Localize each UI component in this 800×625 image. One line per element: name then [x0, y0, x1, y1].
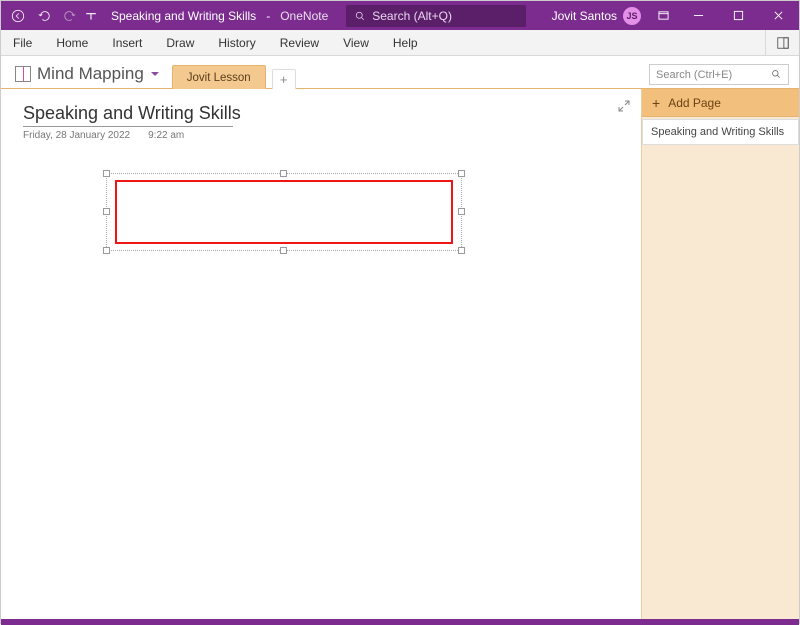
section-tab[interactable]: Jovit Lesson [172, 65, 266, 89]
window-title: Speaking and Writing Skills - OneNote [111, 9, 328, 23]
tab-help[interactable]: Help [381, 30, 430, 55]
notebook-selector[interactable]: Mind Mapping [15, 64, 160, 88]
title-underline [23, 126, 233, 127]
workspace: Speaking and Writing Skills Friday, 28 J… [1, 88, 799, 619]
notebook-bar: Mind Mapping Jovit Lesson + Search (Ctrl… [1, 56, 799, 88]
add-page-button[interactable]: + Add Page [642, 89, 799, 117]
back-button[interactable] [7, 5, 29, 27]
collapse-ribbon-button[interactable] [765, 30, 799, 55]
notebook-icon [15, 66, 31, 82]
page-search-input[interactable]: Search (Ctrl+E) [649, 64, 789, 85]
tab-history[interactable]: History [206, 30, 267, 55]
add-page-label: Add Page [668, 96, 721, 110]
resize-handle[interactable] [458, 170, 465, 177]
resize-handle[interactable] [280, 170, 287, 177]
resize-handle[interactable] [458, 208, 465, 215]
search-dropdown-icon [771, 69, 782, 80]
tab-file[interactable]: File [1, 30, 44, 55]
tab-view[interactable]: View [331, 30, 381, 55]
page-list-item[interactable]: Speaking and Writing Skills [642, 119, 799, 145]
resize-handle[interactable] [103, 247, 110, 254]
note-canvas[interactable]: Speaking and Writing Skills Friday, 28 J… [1, 89, 641, 619]
search-icon [354, 10, 366, 22]
notebook-name: Mind Mapping [37, 64, 144, 84]
app-name: OneNote [280, 9, 328, 23]
maximize-button[interactable] [719, 1, 757, 30]
user-name: Jovit Santos [552, 9, 617, 23]
annotation-rectangle [115, 180, 453, 244]
ribbon-display-button[interactable] [649, 1, 677, 30]
add-section-button[interactable]: + [272, 69, 296, 89]
footer-bar [1, 619, 799, 625]
resize-handle[interactable] [103, 170, 110, 177]
fullscreen-icon[interactable] [617, 99, 631, 113]
ribbon: File Home Insert Draw History Review Vie… [1, 30, 799, 56]
page-search-placeholder: Search (Ctrl+E) [656, 69, 732, 81]
selected-note-container[interactable] [106, 173, 462, 251]
close-button[interactable] [759, 1, 797, 30]
user-account[interactable]: Jovit Santos JS [552, 7, 641, 25]
tab-insert[interactable]: Insert [100, 30, 154, 55]
chevron-down-icon [150, 64, 160, 84]
redo-button[interactable] [59, 5, 81, 27]
resize-handle[interactable] [103, 208, 110, 215]
tab-home[interactable]: Home [44, 30, 100, 55]
quick-access-toolbar [1, 5, 97, 27]
resize-handle[interactable] [458, 247, 465, 254]
page-time: 9:22 am [148, 130, 184, 141]
page-header: Speaking and Writing Skills Friday, 28 J… [23, 103, 241, 141]
customize-qat-icon[interactable] [85, 5, 97, 27]
tab-review[interactable]: Review [268, 30, 331, 55]
title-separator: - [260, 9, 277, 23]
page-title[interactable]: Speaking and Writing Skills [23, 103, 241, 124]
search-box[interactable]: Search (Alt+Q) [346, 5, 526, 27]
undo-button[interactable] [33, 5, 55, 27]
tab-draw[interactable]: Draw [154, 30, 206, 55]
minimize-button[interactable] [679, 1, 717, 30]
plus-icon: + [652, 95, 660, 111]
page-list-panel: + Add Page Speaking and Writing Skills [641, 89, 799, 619]
page-date: Friday, 28 January 2022 [23, 130, 130, 141]
title-bar: Speaking and Writing Skills - OneNote Se… [1, 1, 799, 30]
search-placeholder: Search (Alt+Q) [372, 9, 452, 23]
resize-handle[interactable] [280, 247, 287, 254]
document-title: Speaking and Writing Skills [111, 9, 256, 23]
avatar: JS [623, 7, 641, 25]
